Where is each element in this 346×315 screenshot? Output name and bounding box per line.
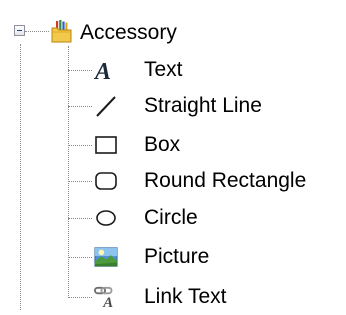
tree-item-label: Box [144,133,181,156]
tree-item-label: Picture [144,245,210,268]
tree-guide-item-4 [68,181,92,182]
tree-item-label: Link Text [144,285,227,308]
round-rectangle-icon [94,169,118,193]
svg-text:A: A [102,295,113,310]
tree-item-box[interactable]: Box [94,129,346,163]
tree-guide-item-1 [68,70,92,71]
tree-guide-item-7 [68,297,92,298]
picture-icon [94,245,118,269]
circle-icon [94,206,118,230]
tree-guide-item-2 [68,106,92,107]
tree-item-label: Straight Line [144,94,262,117]
collapse-toggle-icon[interactable] [14,25,25,36]
tree-item-straight-line[interactable]: Straight Line [94,90,346,124]
tree-guide-children [68,46,69,298]
tree-guide-item-3 [68,145,92,146]
tree-guide-item-6 [68,257,92,258]
tree-item-picture[interactable]: Picture [94,241,346,275]
tree-guide-item-5 [68,218,92,219]
tree-item-label: Round Rectangle [144,169,307,192]
tree-item-label: Circle [144,206,198,229]
straight-line-icon [94,94,118,118]
tree-node-accessory[interactable]: Accessory [14,18,224,46]
svg-text:A: A [94,59,111,82]
text-icon: A [94,58,118,82]
tree-node-label: Accessory [80,21,177,44]
tree-item-text[interactable]: A Text [94,54,346,88]
tree-item-circle[interactable]: Circle [94,202,346,236]
folder-with-pencils-icon [50,20,74,44]
toolbox-tree: Accessory A Text Straight Line Box Round… [0,0,346,310]
tree-item-round-rectangle[interactable]: Round Rectangle [94,165,346,199]
box-icon [94,133,118,157]
tree-guide-left [20,44,21,310]
tree-item-label: Text [144,58,183,81]
link-text-icon: A [94,285,118,310]
